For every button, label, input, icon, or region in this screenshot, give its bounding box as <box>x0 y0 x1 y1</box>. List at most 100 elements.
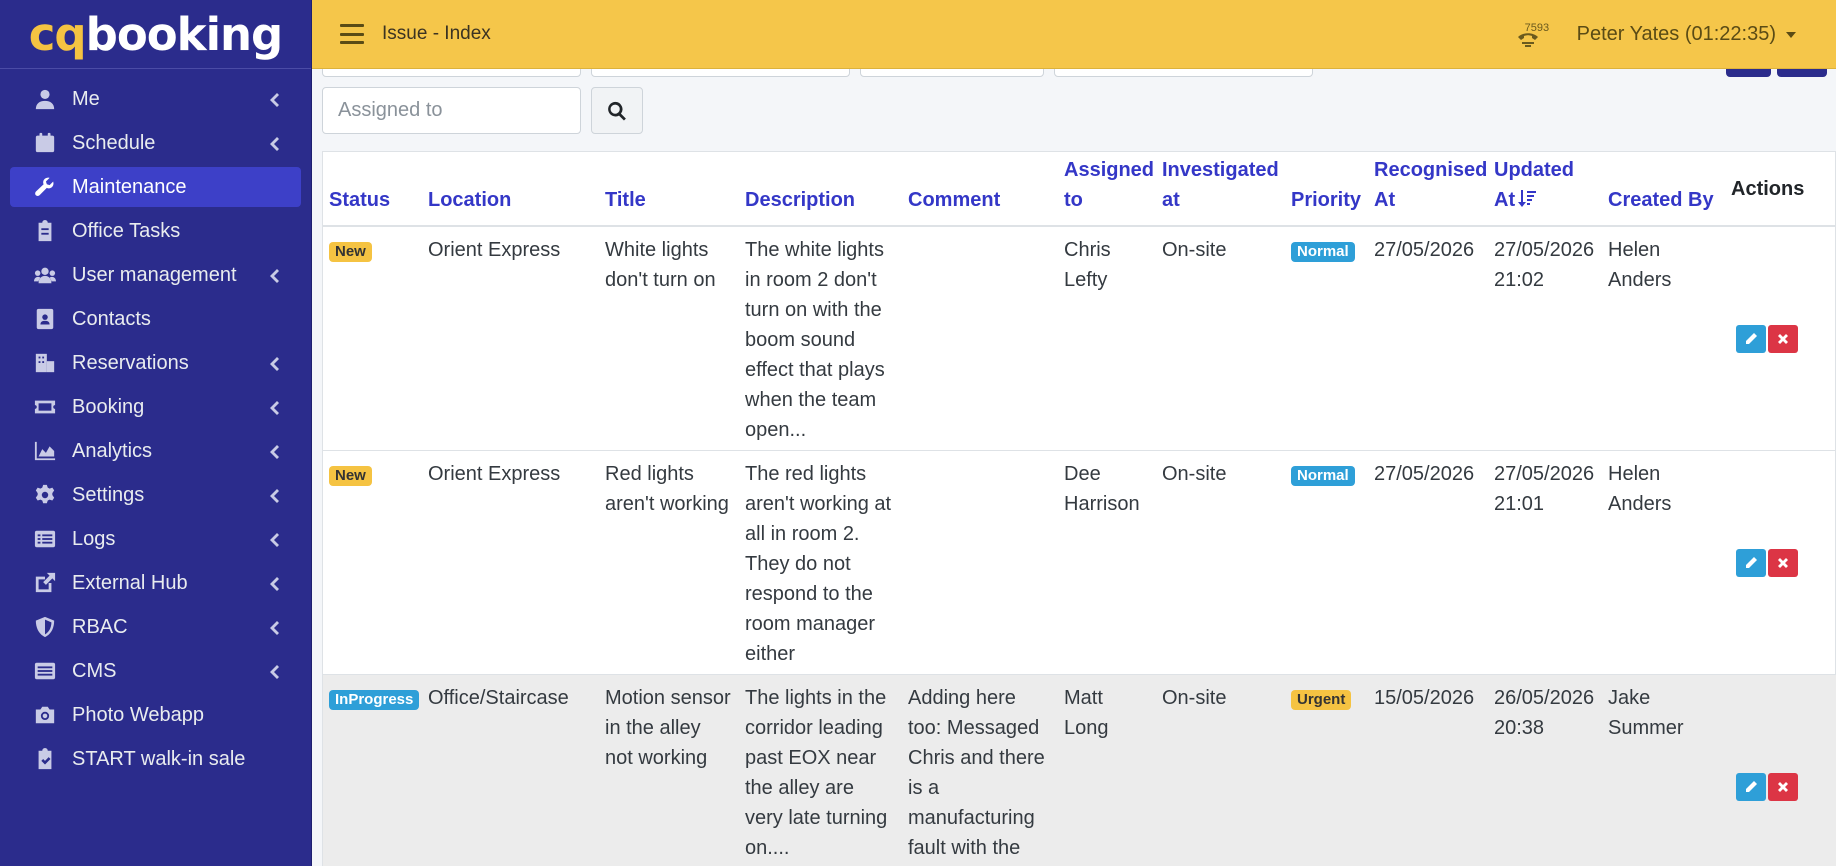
sidebar-item-user-management[interactable]: User management <box>10 255 301 295</box>
area-chart-icon <box>34 440 56 462</box>
external-link-icon <box>34 572 56 594</box>
search-button[interactable] <box>591 87 643 134</box>
clipboard-check-icon <box>34 748 56 770</box>
sidebar-item-logs[interactable]: Logs <box>10 519 301 559</box>
sidebar-item-start-walk-in-sale[interactable]: START walk-in sale <box>10 739 301 779</box>
column-header-title[interactable]: Title <box>599 152 739 227</box>
logo-booking: booking <box>85 7 284 61</box>
sidebar-item-booking[interactable]: Booking <box>10 387 301 427</box>
sidebar-item-label: Me <box>72 87 100 110</box>
address-book-icon <box>34 308 56 330</box>
pencil-icon <box>1746 556 1757 568</box>
caret-down-icon <box>1786 31 1796 38</box>
column-header-updated-at[interactable]: Updated At <box>1488 152 1602 227</box>
updated-at-cell: 27/05/2026 21:01 <box>1488 450 1602 675</box>
sidebar-item-settings[interactable]: Settings <box>10 475 301 515</box>
brand-logo[interactable]: cqbooking <box>0 0 311 69</box>
sidebar-item-maintenance[interactable]: Maintenance <box>10 167 301 207</box>
filter-button[interactable] <box>1726 69 1771 77</box>
sidebar-item-me[interactable]: Me <box>10 79 301 119</box>
investigated-at-cell: On-site <box>1156 450 1285 675</box>
list-icon <box>34 528 56 550</box>
sidebar-item-label: Analytics <box>72 439 153 462</box>
sidebar-item-analytics[interactable]: Analytics <box>10 431 301 471</box>
sidebar: cqbooking Me Schedule Maintenance Office… <box>0 0 312 866</box>
delete-button[interactable] <box>1768 772 1798 801</box>
column-header-priority[interactable]: Priority <box>1285 152 1368 227</box>
column-header-description[interactable]: Description <box>739 152 902 227</box>
sidebar-item-schedule[interactable]: Schedule <box>10 123 301 163</box>
chevron-left-icon <box>267 531 281 547</box>
shield-icon <box>34 616 56 638</box>
filter-field[interactable] <box>860 69 1044 77</box>
delete-button[interactable] <box>1768 324 1798 353</box>
chevron-left-icon <box>267 91 281 107</box>
location-cell: Orient Express <box>422 226 599 451</box>
sidebar-item-label: External Hub <box>72 571 188 594</box>
assigned-to-cell: Chris Lefty <box>1058 226 1156 451</box>
delete-button[interactable] <box>1768 548 1798 577</box>
column-header-location[interactable]: Location <box>422 152 599 227</box>
actions-cell <box>1725 226 1836 451</box>
users-icon <box>34 264 56 286</box>
sidebar-item-external-hub[interactable]: External Hub <box>10 563 301 603</box>
priority-badge: Normal <box>1291 242 1355 262</box>
title-cell: White lights don't turn on <box>599 226 739 451</box>
priority-cell: Normal <box>1285 450 1368 675</box>
filter-button[interactable] <box>1777 69 1827 77</box>
description-cell: The lights in the corridor leading past … <box>739 674 902 866</box>
pencil-icon <box>1746 332 1757 344</box>
user-name: Peter Yates (01:22:35) <box>1576 23 1776 45</box>
status-cell: New <box>323 226 422 451</box>
edit-button[interactable] <box>1736 324 1766 353</box>
building-icon <box>34 352 56 374</box>
status-badge: New <box>329 242 372 262</box>
column-header-recognised-at[interactable]: Recognised At <box>1368 152 1488 227</box>
table-row: InProgress Office/Staircase Motion senso… <box>323 674 1836 866</box>
recognised-at-cell: 27/05/2026 <box>1368 450 1488 675</box>
chevron-left-icon <box>267 355 281 371</box>
header-right: 7593 Peter Yates (01:22:35) <box>1509 0 1796 69</box>
priority-badge: Normal <box>1291 465 1355 486</box>
filter-field[interactable] <box>322 69 581 77</box>
sidebar-item-office-tasks[interactable]: Office Tasks <box>10 211 301 251</box>
column-header-status[interactable]: Status <box>323 152 422 227</box>
sidebar-item-cms[interactable]: CMS <box>10 651 301 691</box>
sidebar-item-label: START walk-in sale <box>72 747 246 770</box>
priority-badge: Urgent <box>1291 689 1352 710</box>
user-menu[interactable]: Peter Yates (01:22:35) <box>1577 23 1796 46</box>
column-header-comment[interactable]: Comment <box>902 152 1058 227</box>
close-icon <box>1778 781 1788 792</box>
edit-button[interactable] <box>1736 772 1766 801</box>
page-title: Issue - Index <box>382 23 491 44</box>
assigned-to-cell: Dee Harrison <box>1058 450 1156 675</box>
notification-counter[interactable]: 7593 <box>1509 15 1549 55</box>
title-cell: Red lights aren't working <box>599 450 739 675</box>
close-icon <box>1778 333 1788 344</box>
filter-field[interactable] <box>591 69 850 77</box>
sidebar-item-photo-webapp[interactable]: Photo Webapp <box>10 695 301 735</box>
column-header-assigned-to[interactable]: Assigned to <box>1058 152 1156 227</box>
sidebar-item-label: Booking <box>72 395 145 418</box>
status-cell: InProgress <box>323 674 422 866</box>
chevron-left-icon <box>267 619 281 635</box>
edit-button[interactable] <box>1736 548 1766 577</box>
column-header-created-by[interactable]: Created By <box>1602 152 1725 227</box>
sidebar-item-label: Maintenance <box>72 175 187 198</box>
sidebar-item-rbac[interactable]: RBAC <box>10 607 301 647</box>
gear-icon <box>34 484 56 506</box>
close-icon <box>1778 557 1788 568</box>
hamburger-menu-icon[interactable] <box>340 24 364 44</box>
comment-cell <box>902 450 1058 675</box>
column-header-actions: Actions <box>1725 152 1836 227</box>
filter-field[interactable] <box>1054 69 1313 77</box>
sidebar-item-contacts[interactable]: Contacts <box>10 299 301 339</box>
chevron-left-icon <box>267 575 281 591</box>
recognised-at-cell: 27/05/2026 <box>1368 226 1488 451</box>
assigned-to-filter-input[interactable] <box>322 87 581 134</box>
main-content: Status Location Title Description Commen… <box>312 69 1836 866</box>
sidebar-item-reservations[interactable]: Reservations <box>10 343 301 383</box>
column-header-investigated-at[interactable]: Investigated at <box>1156 152 1285 227</box>
pencil-icon <box>1746 780 1757 792</box>
ticket-icon <box>34 396 56 418</box>
